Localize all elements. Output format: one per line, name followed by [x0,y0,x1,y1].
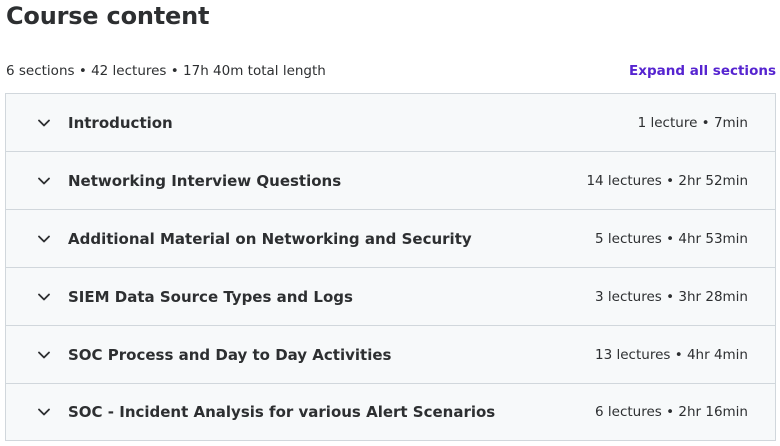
chevron-down-icon [36,173,52,189]
section-row-introduction[interactable]: Introduction 1 lecture • 7min [6,94,775,152]
course-summary: 6 sections • 42 lectures • 17h 40m total… [6,63,326,79]
section-title: SOC - Incident Analysis for various Aler… [68,403,496,421]
section-row-networking-interview-questions[interactable]: Networking Interview Questions 14 lectur… [6,152,775,210]
section-meta: 3 lectures • 3hr 28min [595,288,748,305]
section-meta: 1 lecture • 7min [637,114,748,131]
section-meta: 13 lectures • 4hr 4min [595,346,748,363]
section-row-additional-material[interactable]: Additional Material on Networking and Se… [6,210,775,268]
chevron-down-icon [36,347,52,363]
section-meta: 6 lectures • 2hr 16min [595,404,748,420]
chevron-down-icon [36,115,52,131]
sections-list: Introduction 1 lecture • 7min Networking… [5,93,776,441]
section-row-soc-incident-analysis[interactable]: SOC - Incident Analysis for various Aler… [6,384,775,440]
chevron-down-icon [36,231,52,247]
section-title: SIEM Data Source Types and Logs [68,287,353,306]
section-meta: 5 lectures • 4hr 53min [595,230,748,247]
course-content-panel: Course content 6 sections • 42 lectures … [0,0,780,446]
section-title: Networking Interview Questions [68,171,342,190]
section-title: SOC Process and Day to Day Activities [68,345,392,364]
section-row-siem-data-source[interactable]: SIEM Data Source Types and Logs 3 lectur… [6,268,775,326]
course-summary-row: 6 sections • 42 lectures • 17h 40m total… [6,60,776,82]
page-title: Course content [6,2,210,30]
section-meta: 14 lectures • 2hr 52min [586,172,748,189]
section-title: Additional Material on Networking and Se… [68,229,472,248]
section-title: Introduction [68,113,173,132]
chevron-down-icon [36,289,52,305]
expand-all-sections-button[interactable]: Expand all sections [629,63,776,79]
section-row-soc-process[interactable]: SOC Process and Day to Day Activities 13… [6,326,775,384]
chevron-down-icon [36,404,52,420]
